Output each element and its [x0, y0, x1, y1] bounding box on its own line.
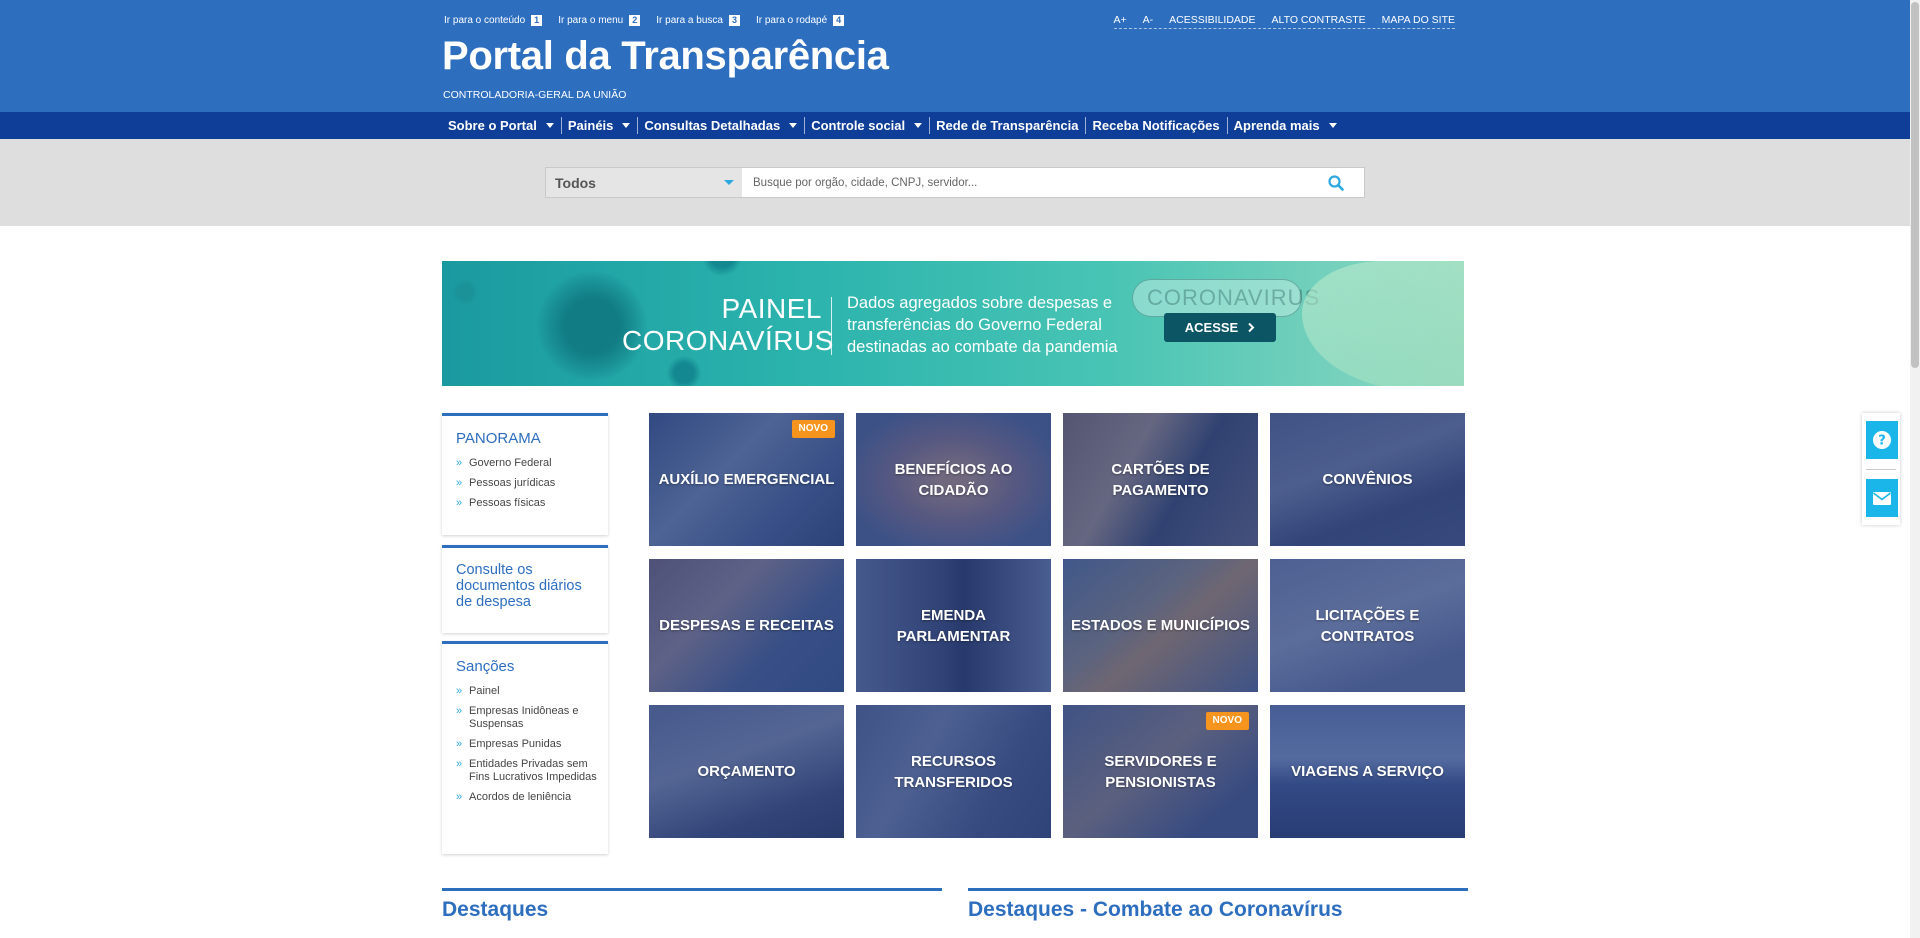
font-decrease-link[interactable]: A- — [1143, 14, 1154, 26]
accessibility-link[interactable]: ACESSIBILIDADE — [1169, 14, 1255, 26]
tile-licitacoes-e-contratos[interactable]: LICITAÇÕES E CONTRATOS — [1270, 559, 1465, 692]
accessibility-links: A+ A- ACESSIBILIDADE ALTO CONTRASTE MAPA… — [1113, 14, 1455, 29]
nav-rede-de-transparencia[interactable]: Rede de Transparência — [929, 117, 1085, 134]
panorama-heading[interactable]: PANORAMA — [442, 416, 608, 447]
new-badge: NOVO — [791, 420, 835, 438]
nav-controle-social[interactable]: Controle social — [804, 117, 929, 134]
skip-links: Ir para o conteúdo 1 Ir para o menu 2 Ir p… — [444, 15, 845, 26]
banner-description: Dados agregados sobre despesas e transfe… — [847, 294, 1118, 356]
destaques-heading: Destaques — [442, 888, 942, 922]
svg-text:?: ? — [1878, 434, 1886, 449]
double-chevron-icon: » — [456, 497, 463, 509]
help-button[interactable]: ? — [1866, 421, 1898, 459]
site-subtitle: CONTROLADORIA-GERAL DA UNIÃO — [443, 89, 627, 101]
skip-link-content[interactable]: Ir para o conteúdo 1 — [444, 15, 543, 26]
double-chevron-icon: » — [456, 758, 463, 770]
list-item[interactable]: » Empresas Inidôneas e Suspensas — [456, 705, 608, 731]
tile-cartoes-de-pagamento[interactable]: CARTÕES DE PAGAMENTO — [1063, 413, 1258, 546]
tile-recursos-transferidos[interactable]: RECURSOS TRANSFERIDOS — [856, 705, 1051, 838]
tile-emenda-parlamentar[interactable]: EMENDA PARLAMENTAR — [856, 559, 1051, 692]
caret-down-icon — [724, 180, 734, 185]
nav-paineis[interactable]: Painéis — [560, 117, 638, 134]
virus-illustration — [452, 279, 478, 305]
banner-divider — [831, 297, 832, 355]
topics-grid: AUXÍLIO EMERGENCIAL NOVO BENEFÍCIOS AO CI… — [649, 413, 1465, 838]
tube-label: CORONAVIRUS — [1147, 285, 1321, 310]
tile-despesas-e-receitas[interactable]: DESPESAS E RECEITAS — [649, 559, 844, 692]
tile-viagens-a-servico[interactable]: VIAGENS A SERVIÇO — [1270, 705, 1465, 838]
site-title[interactable]: Portal da Transparência — [442, 34, 889, 79]
site-map-link[interactable]: MAPA DO SITE — [1382, 14, 1455, 26]
sancoes-list: » Painel » Empresas Inidôneas e Suspensas … — [442, 675, 608, 823]
double-chevron-icon: » — [456, 457, 463, 469]
chevron-right-icon — [1248, 322, 1255, 333]
tile-orcamento[interactable]: ORÇAMENTO — [649, 705, 844, 838]
skip-link-menu[interactable]: Ir para o menu 2 — [558, 15, 641, 26]
list-item[interactable]: » Entidades Privadas sem Fins Lucrativos … — [456, 758, 608, 784]
list-item[interactable]: » Empresas Punidas — [456, 738, 608, 751]
double-chevron-icon: » — [456, 705, 463, 717]
list-item[interactable]: » Pessoas jurídicas — [456, 477, 608, 490]
nav-receba-notificacoes[interactable]: Receba Notificações — [1085, 117, 1226, 134]
list-item[interactable]: » Painel — [456, 685, 608, 698]
search-bar: Todos — [545, 167, 1365, 198]
high-contrast-link[interactable]: ALTO CONTRASTE — [1272, 14, 1366, 26]
caret-down-icon — [914, 123, 923, 128]
list-item[interactable]: » Pessoas físicas — [456, 497, 608, 510]
caret-down-icon — [789, 123, 798, 128]
tile-estados-e-municipios[interactable]: ESTADOS E MUNICÍPIOS — [1063, 559, 1258, 692]
nav-sobre-o-portal[interactable]: Sobre o Portal — [442, 117, 561, 134]
coronavirus-banner[interactable]: CORONAVIRUS PAINEL CORONAVÍRUS Dados agr… — [442, 261, 1464, 386]
divider — [1866, 469, 1896, 470]
search-category-select[interactable]: Todos — [546, 168, 742, 197]
destaques-corona-heading: Destaques - Combate ao Coronavírus — [968, 888, 1468, 922]
documents-link[interactable]: Consulte os documentos diários de despes… — [442, 548, 608, 610]
caret-down-icon — [622, 123, 631, 128]
question-icon: ? — [1873, 431, 1891, 449]
nav-consultas-detalhadas[interactable]: Consultas Detalhadas — [637, 117, 804, 134]
search-button[interactable] — [1308, 168, 1364, 197]
caret-down-icon — [1328, 123, 1337, 128]
search-icon — [1328, 174, 1344, 191]
panorama-list: » Governo Federal » Pessoas jurídicas » Pes… — [442, 447, 608, 529]
sancoes-box: Sanções » Painel » Empresas Inidôneas e Su… — [442, 641, 608, 854]
double-chevron-icon: » — [456, 791, 463, 803]
scrollbar-thumb[interactable] — [1911, 2, 1919, 368]
virus-illustration — [667, 356, 701, 386]
list-item[interactable]: » Governo Federal — [456, 457, 608, 470]
banner-access-button[interactable]: ACESSE — [1164, 313, 1276, 342]
caret-down-icon — [545, 123, 554, 128]
panorama-box: PANORAMA » Governo Federal » Pessoas juríd… — [442, 413, 608, 535]
double-chevron-icon: » — [456, 685, 463, 697]
tile-convenios[interactable]: CONVÊNIOS — [1270, 413, 1465, 546]
main-nav: Sobre o Portal Painéis Consultas Detalha… — [0, 112, 1910, 139]
skip-link-search[interactable]: Ir para a busca 3 — [656, 15, 740, 26]
documents-box[interactable]: Consulte os documentos diários de despes… — [442, 545, 608, 633]
virus-illustration — [702, 261, 742, 276]
font-increase-link[interactable]: A+ — [1114, 14, 1127, 26]
sancoes-heading[interactable]: Sanções — [442, 644, 608, 675]
site-header: Ir para o conteúdo 1 Ir para o menu 2 Ir p… — [0, 0, 1910, 112]
double-chevron-icon: » — [456, 477, 463, 489]
floating-actions: ? — [1862, 413, 1900, 525]
contact-button[interactable] — [1866, 479, 1898, 517]
gloved-hand-illustration — [1302, 261, 1464, 386]
double-chevron-icon: » — [456, 738, 463, 750]
tile-servidores-e-pensionistas[interactable]: SERVIDORES E PENSIONISTAS NOVO — [1063, 705, 1258, 838]
nav-aprenda-mais[interactable]: Aprenda mais — [1226, 117, 1344, 134]
tile-auxilio-emergencial[interactable]: AUXÍLIO EMERGENCIAL NOVO — [649, 413, 844, 546]
new-badge: NOVO — [1205, 712, 1249, 730]
banner-title: PAINEL CORONAVÍRUS — [622, 293, 834, 356]
search-input[interactable] — [742, 168, 1308, 197]
skip-link-footer[interactable]: Ir para o rodapé 4 — [756, 15, 845, 26]
envelope-icon — [1873, 491, 1891, 505]
tile-beneficios-ao-cidadao[interactable]: BENEFÍCIOS AO CIDADÃO — [856, 413, 1051, 546]
list-item[interactable]: » Acordos de leniência — [456, 791, 608, 804]
